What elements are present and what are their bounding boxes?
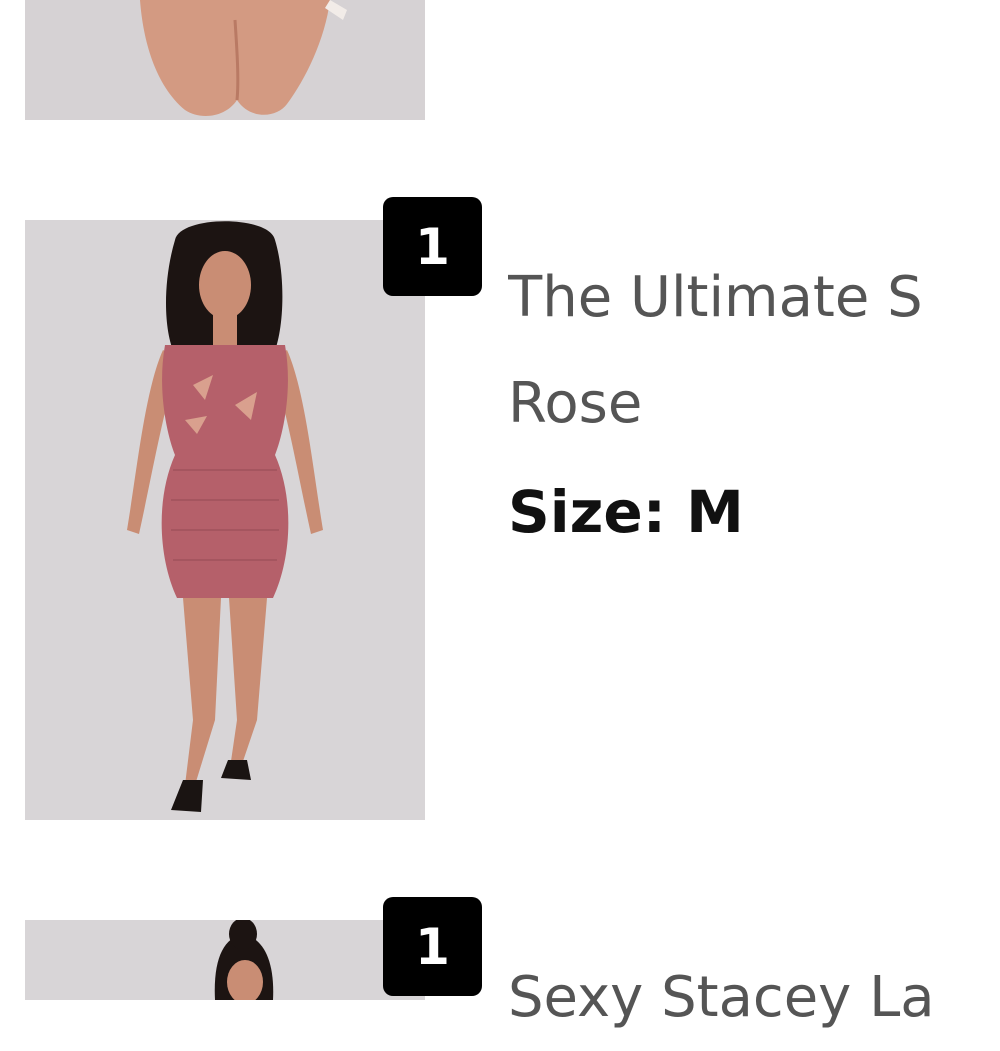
product-thumbnail[interactable] [25, 0, 425, 120]
product-thumbnail[interactable] [25, 220, 425, 820]
product-name[interactable]: Sexy Stacey La [508, 945, 1000, 1051]
product-name[interactable]: The Ultimate S [508, 245, 1000, 351]
legs-photo [25, 0, 425, 120]
size-value: M [686, 478, 744, 546]
model-photo [25, 920, 425, 1000]
size-label: Size: [508, 478, 666, 546]
quantity-badge: 1 [383, 897, 482, 996]
product-color: Rose [508, 371, 643, 436]
product-size: Size: M [508, 478, 744, 546]
quantity-badge: 1 [383, 197, 482, 296]
dress-photo [25, 220, 425, 820]
product-thumbnail[interactable] [25, 920, 425, 1000]
